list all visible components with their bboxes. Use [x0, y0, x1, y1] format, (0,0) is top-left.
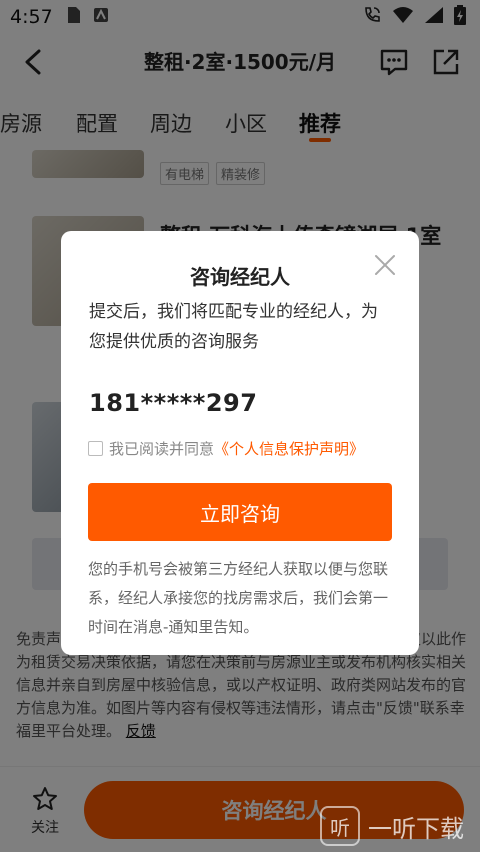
consult-dialog: 咨询经纪人 提交后，我们将匹配专业的经纪人，为您提供优质的咨询服务 181***…	[61, 231, 419, 655]
watermark-text: 一听下载	[368, 814, 464, 843]
agree-text: 我已阅读并同意	[109, 440, 215, 458]
close-button[interactable]	[373, 253, 397, 277]
dialog-description: 提交后，我们将匹配专业的经纪人，为您提供优质的咨询服务	[89, 302, 378, 352]
phone-number: 181*****297	[89, 389, 258, 417]
privacy-policy-link[interactable]: 《个人信息保护声明》	[214, 438, 364, 459]
dialog-title: 咨询经纪人	[190, 265, 290, 289]
dialog-note: 您的手机号会被第三方经纪人获取以便与您联系，经纪人承接您的找房需求后，我们会第一…	[88, 560, 389, 636]
agree-checkbox[interactable]	[88, 441, 103, 456]
consult-now-button[interactable]: 立即咨询	[88, 483, 392, 541]
watermark: 听 一听下载	[320, 806, 464, 846]
agreement-row: 我已阅读并同意 《个人信息保护声明》	[88, 438, 364, 459]
close-icon	[375, 255, 395, 275]
watermark-logo-icon: 听	[320, 806, 360, 846]
